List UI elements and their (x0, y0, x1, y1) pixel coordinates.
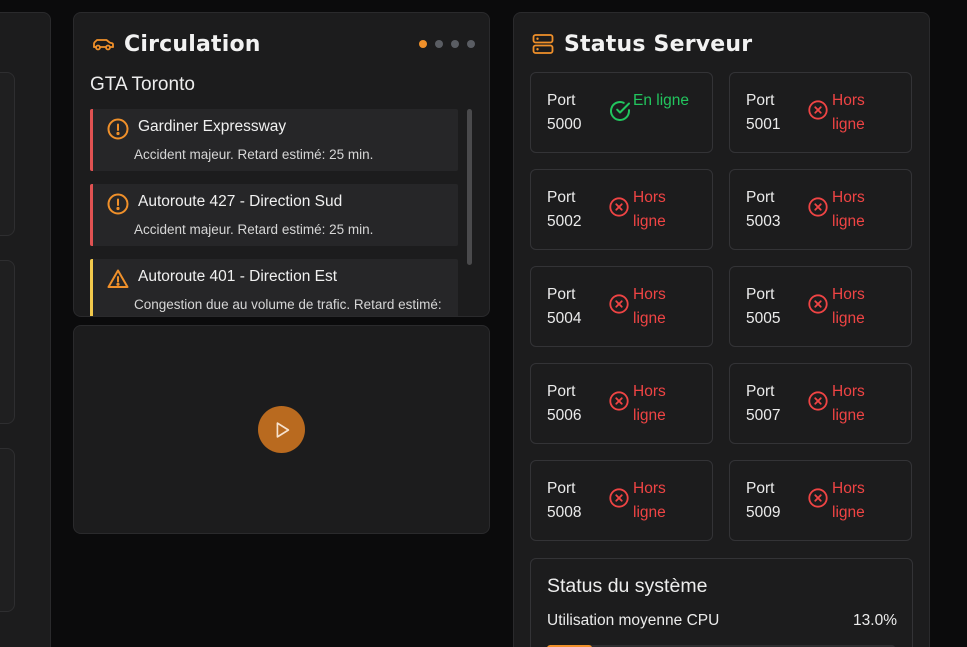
port-label: Port 5004 (547, 286, 582, 327)
x-circle-icon (807, 487, 831, 511)
car-icon (90, 31, 116, 57)
incident-item[interactable]: Autoroute 427 - Direction Sud Accident m… (90, 184, 458, 246)
server-status-card: Status Serveur Port 5000 En ligne Port 500… (513, 12, 930, 647)
video-card (73, 325, 490, 534)
carousel-dot-1[interactable] (419, 40, 427, 48)
port-tile[interactable]: Port 5002 Hors ligne (530, 169, 713, 250)
port-tile[interactable]: Port 5004 Hors ligne (530, 266, 713, 347)
port-label: Port 5002 (547, 189, 582, 230)
incident-scrollbar-thumb[interactable] (467, 109, 472, 265)
incident-title: Gardiner Expressway (138, 118, 287, 135)
incident-list[interactable]: Gardiner Expressway Accident majeur. Ret… (90, 109, 458, 316)
port-status: Hors ligne (633, 383, 666, 424)
port-status: En ligne (633, 92, 690, 109)
system-status-title: Status du système (547, 575, 708, 597)
port-status: Hors ligne (633, 189, 666, 230)
alert-circle-icon (106, 117, 130, 141)
incident-description: Accident majeur. Retard estimé: 25 min. (134, 222, 374, 237)
left-stat-card: /h (0, 260, 15, 424)
port-tile[interactable]: Port 5006 Hors ligne (530, 363, 713, 444)
incident-description: Congestion due au volume de trafic. Reta… (134, 297, 442, 312)
port-tile[interactable]: Port 5007 Hors ligne (729, 363, 912, 444)
x-circle-icon (608, 196, 632, 220)
port-tile[interactable]: Port 5003 Hors ligne (729, 169, 912, 250)
carousel-dot-3[interactable] (451, 40, 459, 48)
x-circle-icon (807, 196, 831, 220)
port-status: Hors ligne (832, 480, 865, 521)
traffic-title: Circulation (124, 31, 261, 57)
alert-circle-icon (106, 192, 130, 216)
cpu-usage-label: Utilisation moyenne CPU (547, 612, 720, 629)
x-circle-icon (807, 99, 831, 123)
carousel-dot-2[interactable] (435, 40, 443, 48)
port-tile[interactable]: Port 5000 En ligne (530, 72, 713, 153)
port-tile[interactable]: Port 5009 Hors ligne (729, 460, 912, 541)
server-title: Status Serveur (564, 31, 753, 57)
carousel-dot-4[interactable] (467, 40, 475, 48)
server-icon (530, 31, 556, 57)
incident-title: Autoroute 427 - Direction Sud (138, 193, 343, 210)
traffic-region: GTA Toronto (90, 74, 195, 95)
check-circle-icon (608, 99, 632, 123)
left-stat-card: /h (0, 72, 15, 236)
port-status: Hors ligne (832, 286, 865, 327)
port-tile[interactable]: Port 5005 Hors ligne (729, 266, 912, 347)
port-status: Hors ligne (832, 189, 865, 230)
x-circle-icon (807, 293, 831, 317)
port-label: Port 5008 (547, 480, 582, 521)
x-circle-icon (608, 487, 632, 511)
cpu-usage-value: 13.0% (853, 612, 897, 629)
incident-description: Accident majeur. Retard estimé: 25 min. (134, 147, 374, 162)
traffic-card: Circulation GTA Toronto Gardiner Express… (73, 12, 490, 317)
port-status: Hors ligne (832, 92, 865, 133)
x-circle-icon (608, 390, 632, 414)
incident-item[interactable]: Autoroute 401 - Direction Est Congestion… (90, 259, 458, 316)
warning-triangle-icon (106, 267, 130, 291)
server-header: Status Serveur (530, 31, 752, 57)
carousel-dots (419, 40, 475, 48)
port-label: Port 5000 (547, 92, 582, 133)
port-status: Hors ligne (633, 480, 666, 521)
incident-item[interactable]: Gardiner Expressway Accident majeur. Ret… (90, 109, 458, 171)
port-label: Port 5006 (547, 383, 582, 424)
port-status: Hors ligne (633, 286, 666, 327)
dashboard: /h /h /h Circulation (0, 0, 967, 647)
port-label: Port 5009 (746, 480, 781, 521)
port-label: Port 5007 (746, 383, 781, 424)
port-label: Port 5001 (746, 92, 781, 133)
left-stat-card: /h (0, 448, 15, 612)
traffic-header: Circulation (90, 31, 261, 57)
port-status: Hors ligne (832, 383, 865, 424)
port-label: Port 5003 (746, 189, 781, 230)
incident-title: Autoroute 401 - Direction Est (138, 268, 338, 285)
port-grid: Port 5000 En ligne Port 5001 Hors ligne Port… (530, 72, 913, 541)
port-label: Port 5005 (746, 286, 781, 327)
port-tile[interactable]: Port 5008 Hors ligne (530, 460, 713, 541)
system-status-box: Status du système Utilisation moyenne CP… (530, 558, 913, 647)
x-circle-icon (608, 293, 632, 317)
x-circle-icon (807, 390, 831, 414)
play-button[interactable] (258, 406, 305, 453)
play-icon (276, 421, 289, 438)
left-panel: /h /h /h (0, 12, 51, 647)
port-tile[interactable]: Port 5001 Hors ligne (729, 72, 912, 153)
